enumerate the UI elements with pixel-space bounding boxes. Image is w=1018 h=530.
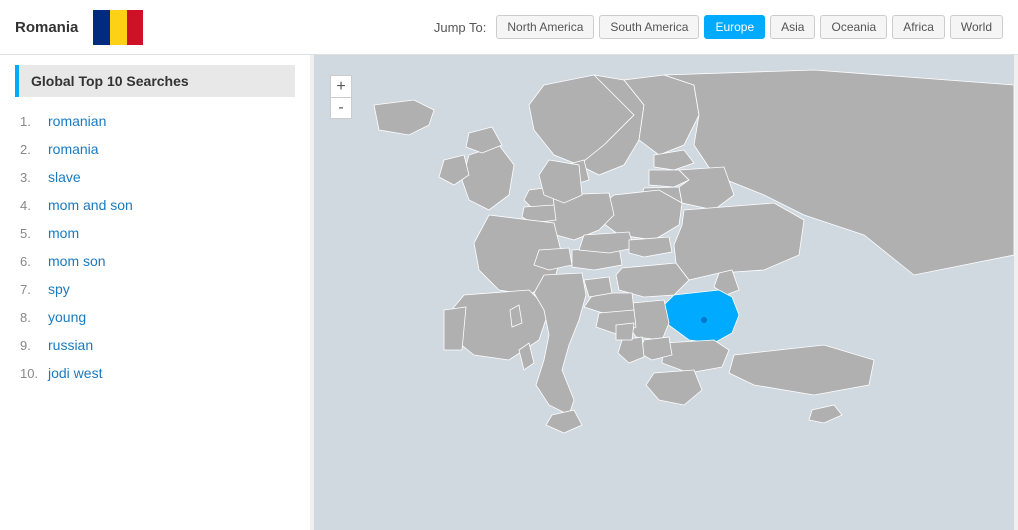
country-label: Romania	[15, 19, 78, 36]
left-panel: Global Top 10 Searches 1. romanian 2. ro…	[0, 55, 310, 530]
nav-world[interactable]: World	[950, 15, 1003, 39]
nav-asia[interactable]: Asia	[770, 15, 815, 39]
list-item: 2. romania	[15, 135, 295, 163]
rank-5: 5.	[20, 226, 48, 241]
europe-map	[310, 55, 1018, 530]
list-item: 3. slave	[15, 163, 295, 191]
search-term-9[interactable]: russian	[48, 337, 93, 353]
jump-to-section: Jump To: North America South America Eur…	[434, 15, 1003, 39]
flag-yellow	[110, 10, 127, 45]
flag-blue	[93, 10, 110, 45]
zoom-out-button[interactable]: -	[330, 97, 352, 119]
country-montenegro[interactable]	[616, 323, 634, 340]
search-term-5[interactable]: mom	[48, 225, 79, 241]
header: Romania Jump To: North America South Ame…	[0, 0, 1018, 55]
nav-oceania[interactable]: Oceania	[820, 15, 887, 39]
rank-1: 1.	[20, 114, 48, 129]
list-item: 1. romanian	[15, 107, 295, 135]
rank-8: 8.	[20, 310, 48, 325]
list-item: 5. mom	[15, 219, 295, 247]
country-portugal[interactable]	[444, 307, 466, 350]
rank-3: 3.	[20, 170, 48, 185]
rank-9: 9.	[20, 338, 48, 353]
nav-south-america[interactable]: South America	[599, 15, 699, 39]
list-item: 8. young	[15, 303, 295, 331]
rank-4: 4.	[20, 198, 48, 213]
romania-center-dot	[701, 317, 707, 323]
list-item: 6. mom son	[15, 247, 295, 275]
list-item: 9. russian	[15, 331, 295, 359]
rank-6: 6.	[20, 254, 48, 269]
nav-north-america[interactable]: North America	[496, 15, 594, 39]
flag-red	[127, 10, 144, 45]
rank-10: 10.	[20, 366, 48, 381]
map-controls: + -	[330, 75, 352, 119]
nav-africa[interactable]: Africa	[892, 15, 945, 39]
rank-7: 7.	[20, 282, 48, 297]
flag	[93, 10, 143, 45]
country-slovenia[interactable]	[584, 277, 612, 297]
country-czech[interactable]	[579, 232, 634, 253]
search-term-8[interactable]: young	[48, 309, 86, 325]
search-list: 1. romanian 2. romania 3. slave 4. mom a…	[15, 107, 295, 387]
search-term-10[interactable]: jodi west	[48, 365, 102, 381]
search-term-3[interactable]: slave	[48, 169, 81, 185]
search-term-7[interactable]: spy	[48, 281, 70, 297]
jump-to-label: Jump To:	[434, 20, 487, 35]
search-title: Global Top 10 Searches	[15, 65, 295, 97]
search-term-1[interactable]: romanian	[48, 113, 106, 129]
search-term-2[interactable]: romania	[48, 141, 99, 157]
search-term-6[interactable]: mom son	[48, 253, 106, 269]
zoom-in-button[interactable]: +	[330, 75, 352, 97]
nav-europe[interactable]: Europe	[704, 15, 765, 39]
map-area: + -	[310, 55, 1018, 530]
list-item: 10. jodi west	[15, 359, 295, 387]
list-item: 7. spy	[15, 275, 295, 303]
list-item: 4. mom and son	[15, 191, 295, 219]
search-term-4[interactable]: mom and son	[48, 197, 133, 213]
rank-2: 2.	[20, 142, 48, 157]
